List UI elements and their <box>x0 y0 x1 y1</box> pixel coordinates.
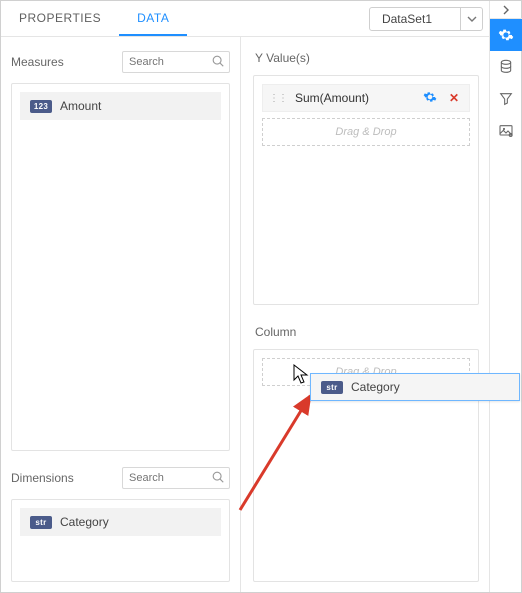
tab-bar: PROPERTIES DATA <box>1 1 187 36</box>
close-icon[interactable]: ✕ <box>445 91 463 105</box>
settings-rail-button[interactable] <box>490 19 522 51</box>
image-rail-button[interactable] <box>490 115 522 147</box>
app-root: PROPERTIES DATA DataSet1 Measures <box>0 0 522 593</box>
body: Measures 123 Amount Dimensions <box>1 37 489 592</box>
spacer <box>253 305 479 319</box>
measures-list: 123 Amount <box>11 83 230 451</box>
dimension-label: Category <box>60 515 109 529</box>
yvalues-dropzone[interactable]: Drag & Drop <box>262 118 470 146</box>
dimension-field[interactable]: str Category <box>20 508 221 536</box>
measures-title: Measures <box>11 55 64 69</box>
expand-panel-button[interactable] <box>490 1 522 19</box>
drag-preview-chip: str Category <box>310 373 520 401</box>
yvalues-title: Y Value(s) <box>253 45 479 75</box>
right-column: Y Value(s) ⋮⋮ Sum(Amount) ✕ Drag & Drop … <box>241 37 489 592</box>
measure-label: Amount <box>60 99 101 113</box>
database-icon <box>498 59 514 75</box>
cursor-icon <box>293 364 311 386</box>
left-column: Measures 123 Amount Dimensions <box>1 37 241 592</box>
dataset-selected-label: DataSet1 <box>370 12 460 26</box>
top-bar: PROPERTIES DATA DataSet1 <box>1 1 489 37</box>
dimensions-list: str Category <box>11 499 230 582</box>
right-rail <box>489 1 521 592</box>
dimensions-header: Dimensions <box>11 461 230 499</box>
gear-icon <box>498 27 514 43</box>
measure-field[interactable]: 123 Amount <box>20 92 221 120</box>
dimensions-title: Dimensions <box>11 471 74 485</box>
data-rail-button[interactable] <box>490 51 522 83</box>
filter-rail-button[interactable] <box>490 83 522 115</box>
tab-properties[interactable]: PROPERTIES <box>1 1 119 36</box>
string-badge-icon: str <box>321 381 343 394</box>
string-badge-icon: str <box>30 516 52 529</box>
chevron-right-icon <box>501 5 511 15</box>
tab-data[interactable]: DATA <box>119 1 187 36</box>
yvalue-item[interactable]: ⋮⋮ Sum(Amount) ✕ <box>262 84 470 112</box>
dataset-dropdown[interactable]: DataSet1 <box>369 7 483 31</box>
yvalue-label: Sum(Amount) <box>295 91 415 105</box>
filter-icon <box>498 91 514 107</box>
search-icon <box>211 470 225 487</box>
drag-chip-label: Category <box>351 380 400 394</box>
column-title: Column <box>253 319 479 349</box>
main-panel: PROPERTIES DATA DataSet1 Measures <box>1 1 489 592</box>
chevron-down-icon[interactable] <box>460 8 482 30</box>
numeric-badge-icon: 123 <box>30 100 52 113</box>
drag-handle-icon[interactable]: ⋮⋮ <box>269 93 287 104</box>
search-icon <box>211 54 225 71</box>
gear-icon[interactable] <box>423 90 437 107</box>
measures-header: Measures <box>11 45 230 83</box>
measures-search-wrap <box>122 51 230 73</box>
yvalues-panel: ⋮⋮ Sum(Amount) ✕ Drag & Drop <box>253 75 479 305</box>
dimensions-search-wrap <box>122 467 230 489</box>
spacer <box>187 1 369 36</box>
image-icon <box>498 123 514 139</box>
